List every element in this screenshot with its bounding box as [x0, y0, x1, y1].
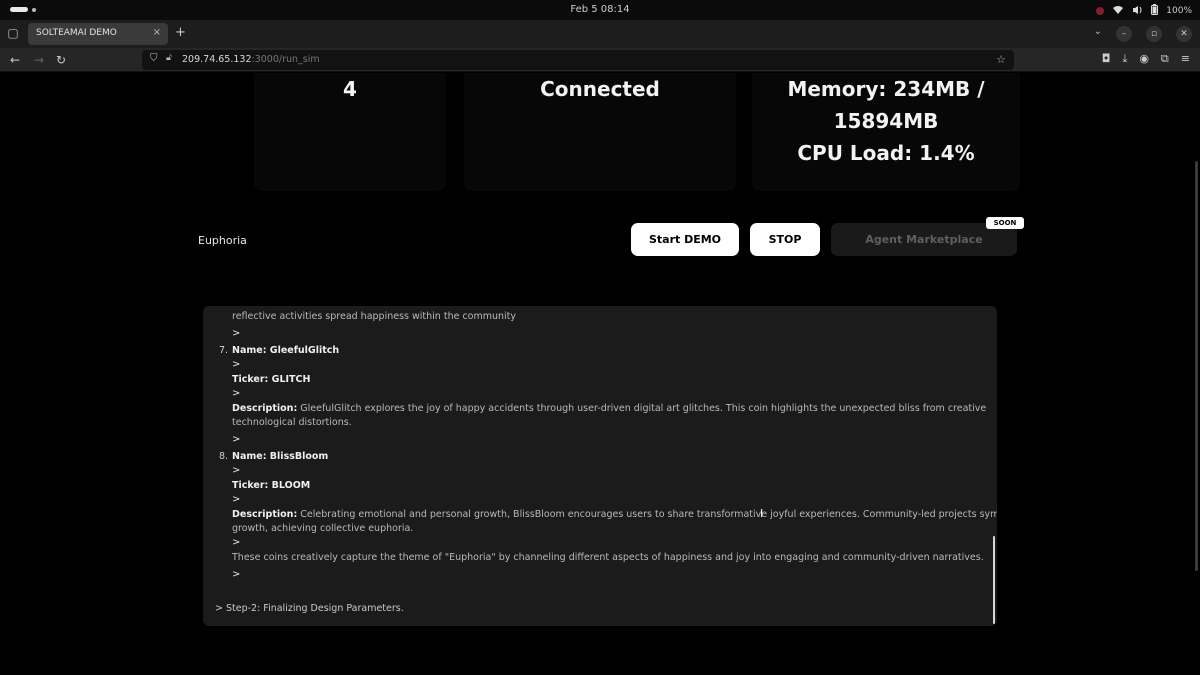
agents-count: 4 — [343, 77, 357, 101]
log-prompt: > — [232, 388, 241, 399]
url-text[interactable]: 209.74.65.132:3000/run_sim — [182, 54, 320, 65]
log-prompt: > — [232, 537, 241, 548]
log-prompt: > — [232, 359, 241, 370]
system-tray[interactable]: 100% — [1096, 4, 1192, 18]
coin-description-cont: growth, achieving collective euphoria. — [232, 523, 414, 534]
list-number: 7. — [219, 345, 229, 356]
coin-ticker-label: Ticker: GLITCH — [232, 374, 311, 385]
url-bar[interactable]: ⛉ 🔓︎ 209.74.65.132:3000/run_sim ☆ — [142, 50, 1014, 70]
log-prompt: > — [232, 465, 241, 476]
page-content: 4 Connected Memory: 234MB / 15894MB CPU … — [0, 73, 1200, 675]
stat-card-status: Connected — [464, 73, 736, 191]
stop-button[interactable]: STOP — [750, 223, 820, 256]
browser-tab-active[interactable]: SOLTEAMAI DEMO × — [28, 23, 168, 45]
menu-icon[interactable]: ≡ — [1181, 52, 1190, 66]
log-prompt: > — [232, 434, 241, 445]
toolbar-icons: ◘ ⤓ ◉ ⧉ ≡ — [1102, 52, 1190, 66]
stat-card-agents: 4 — [254, 73, 446, 191]
coin-name: Name: GleefulGlitch — [232, 345, 339, 356]
new-tab-button[interactable]: + — [175, 26, 186, 40]
volume-icon — [1132, 5, 1143, 18]
list-number: 8. — [219, 451, 229, 462]
shield-icon[interactable]: ⛉ — [150, 53, 158, 64]
url-host: 209.74.65.132 — [182, 54, 252, 65]
description-text: Celebrating emotional and personal growt… — [297, 509, 997, 520]
page-scrollbar[interactable] — [1195, 161, 1198, 571]
back-arrow-icon[interactable]: ← — [10, 52, 20, 68]
start-demo-button[interactable]: Start DEMO — [631, 223, 739, 256]
text-cursor-icon: I — [760, 507, 764, 520]
url-path: :3000/run_sim — [251, 54, 320, 65]
close-window-icon[interactable]: ✕ — [1176, 26, 1192, 42]
coin-ticker: Ticker: GLITCH — [232, 374, 310, 385]
pocket-icon[interactable]: ◘ — [1102, 52, 1111, 66]
tab-list-icon[interactable]: ▢ — [6, 26, 20, 40]
os-clock[interactable]: Feb 5 08:14 — [0, 4, 1200, 15]
tab-title: SOLTEAMAI DEMO — [36, 28, 117, 38]
coin-description: Description: GleefulGlitch explores the … — [232, 403, 986, 414]
wifi-icon — [1112, 5, 1124, 18]
coin-name-label: Name: GleefulGlitch — [232, 345, 340, 356]
description-label: Description: — [232, 509, 298, 520]
log-output-panel[interactable]: reflective activities spread happiness w… — [203, 306, 997, 626]
forward-arrow-icon[interactable]: → — [34, 52, 44, 68]
stat-card-system: Memory: 234MB / 15894MB CPU Load: 1.4% — [752, 73, 1020, 191]
log-line-top: reflective activities spread happiness w… — [232, 311, 517, 322]
recording-icon — [1096, 7, 1105, 15]
log-prompt: > — [232, 328, 241, 339]
coin-name: Name: BlissBloom — [232, 451, 328, 462]
downloads-icon[interactable]: ⤓ — [1122, 52, 1127, 66]
restore-icon[interactable]: ▫ — [1146, 26, 1162, 42]
browser-nav-bar: ← → ↻ ⛉ 🔓︎ 209.74.65.132:3000/run_sim ☆ … — [0, 48, 1200, 72]
coin-name-label: Name: BlissBloom — [232, 451, 329, 462]
browser-tab-strip: ▢ SOLTEAMAI DEMO × + ⌄ – ▫ ✕ — [0, 20, 1200, 48]
soon-badge: SOON — [986, 217, 1024, 229]
battery-icon — [1151, 4, 1159, 18]
coin-description-cont: technological distortions. — [232, 417, 352, 428]
tab-overflow-chevron-icon[interactable]: ⌄ — [1094, 26, 1102, 42]
coin-ticker-label: Ticker: BLOOM — [232, 480, 311, 491]
description-text: GleefulGlitch explores the joy of happy … — [297, 403, 987, 414]
step-status: > Step-2: Finalizing Design Parameters. — [215, 603, 404, 614]
log-prompt: > — [232, 569, 241, 580]
close-tab-icon[interactable]: × — [153, 27, 161, 38]
cpu-load: CPU Load: 1.4% — [797, 141, 975, 165]
minimize-icon[interactable]: – — [1116, 26, 1132, 42]
log-scrollbar[interactable] — [993, 536, 995, 624]
window-controls: ⌄ – ▫ ✕ — [1094, 26, 1192, 42]
battery-percent: 100% — [1166, 6, 1192, 16]
description-label: Description: — [232, 403, 298, 414]
bookmark-star-icon[interactable]: ☆ — [996, 53, 1006, 66]
account-icon[interactable]: ◉ — [1139, 52, 1149, 66]
connection-status: Connected — [540, 77, 660, 101]
memory-line-2: 15894MB — [833, 109, 939, 133]
memory-line-1: Memory: 234MB / — [787, 77, 985, 101]
coin-description: Description: Celebrating emotional and p… — [232, 509, 997, 520]
coin-ticker: Ticker: BLOOM — [232, 480, 310, 491]
lock-icon[interactable]: 🔓︎ — [166, 53, 172, 63]
reload-icon[interactable]: ↻ — [56, 52, 66, 68]
summary-line: These coins creatively capture the theme… — [232, 552, 984, 563]
log-prompt: > — [232, 494, 241, 505]
os-top-bar: Feb 5 08:14 100% — [0, 0, 1200, 20]
topic-label: Euphoria — [198, 234, 247, 247]
extensions-icon[interactable]: ⧉ — [1161, 52, 1169, 66]
